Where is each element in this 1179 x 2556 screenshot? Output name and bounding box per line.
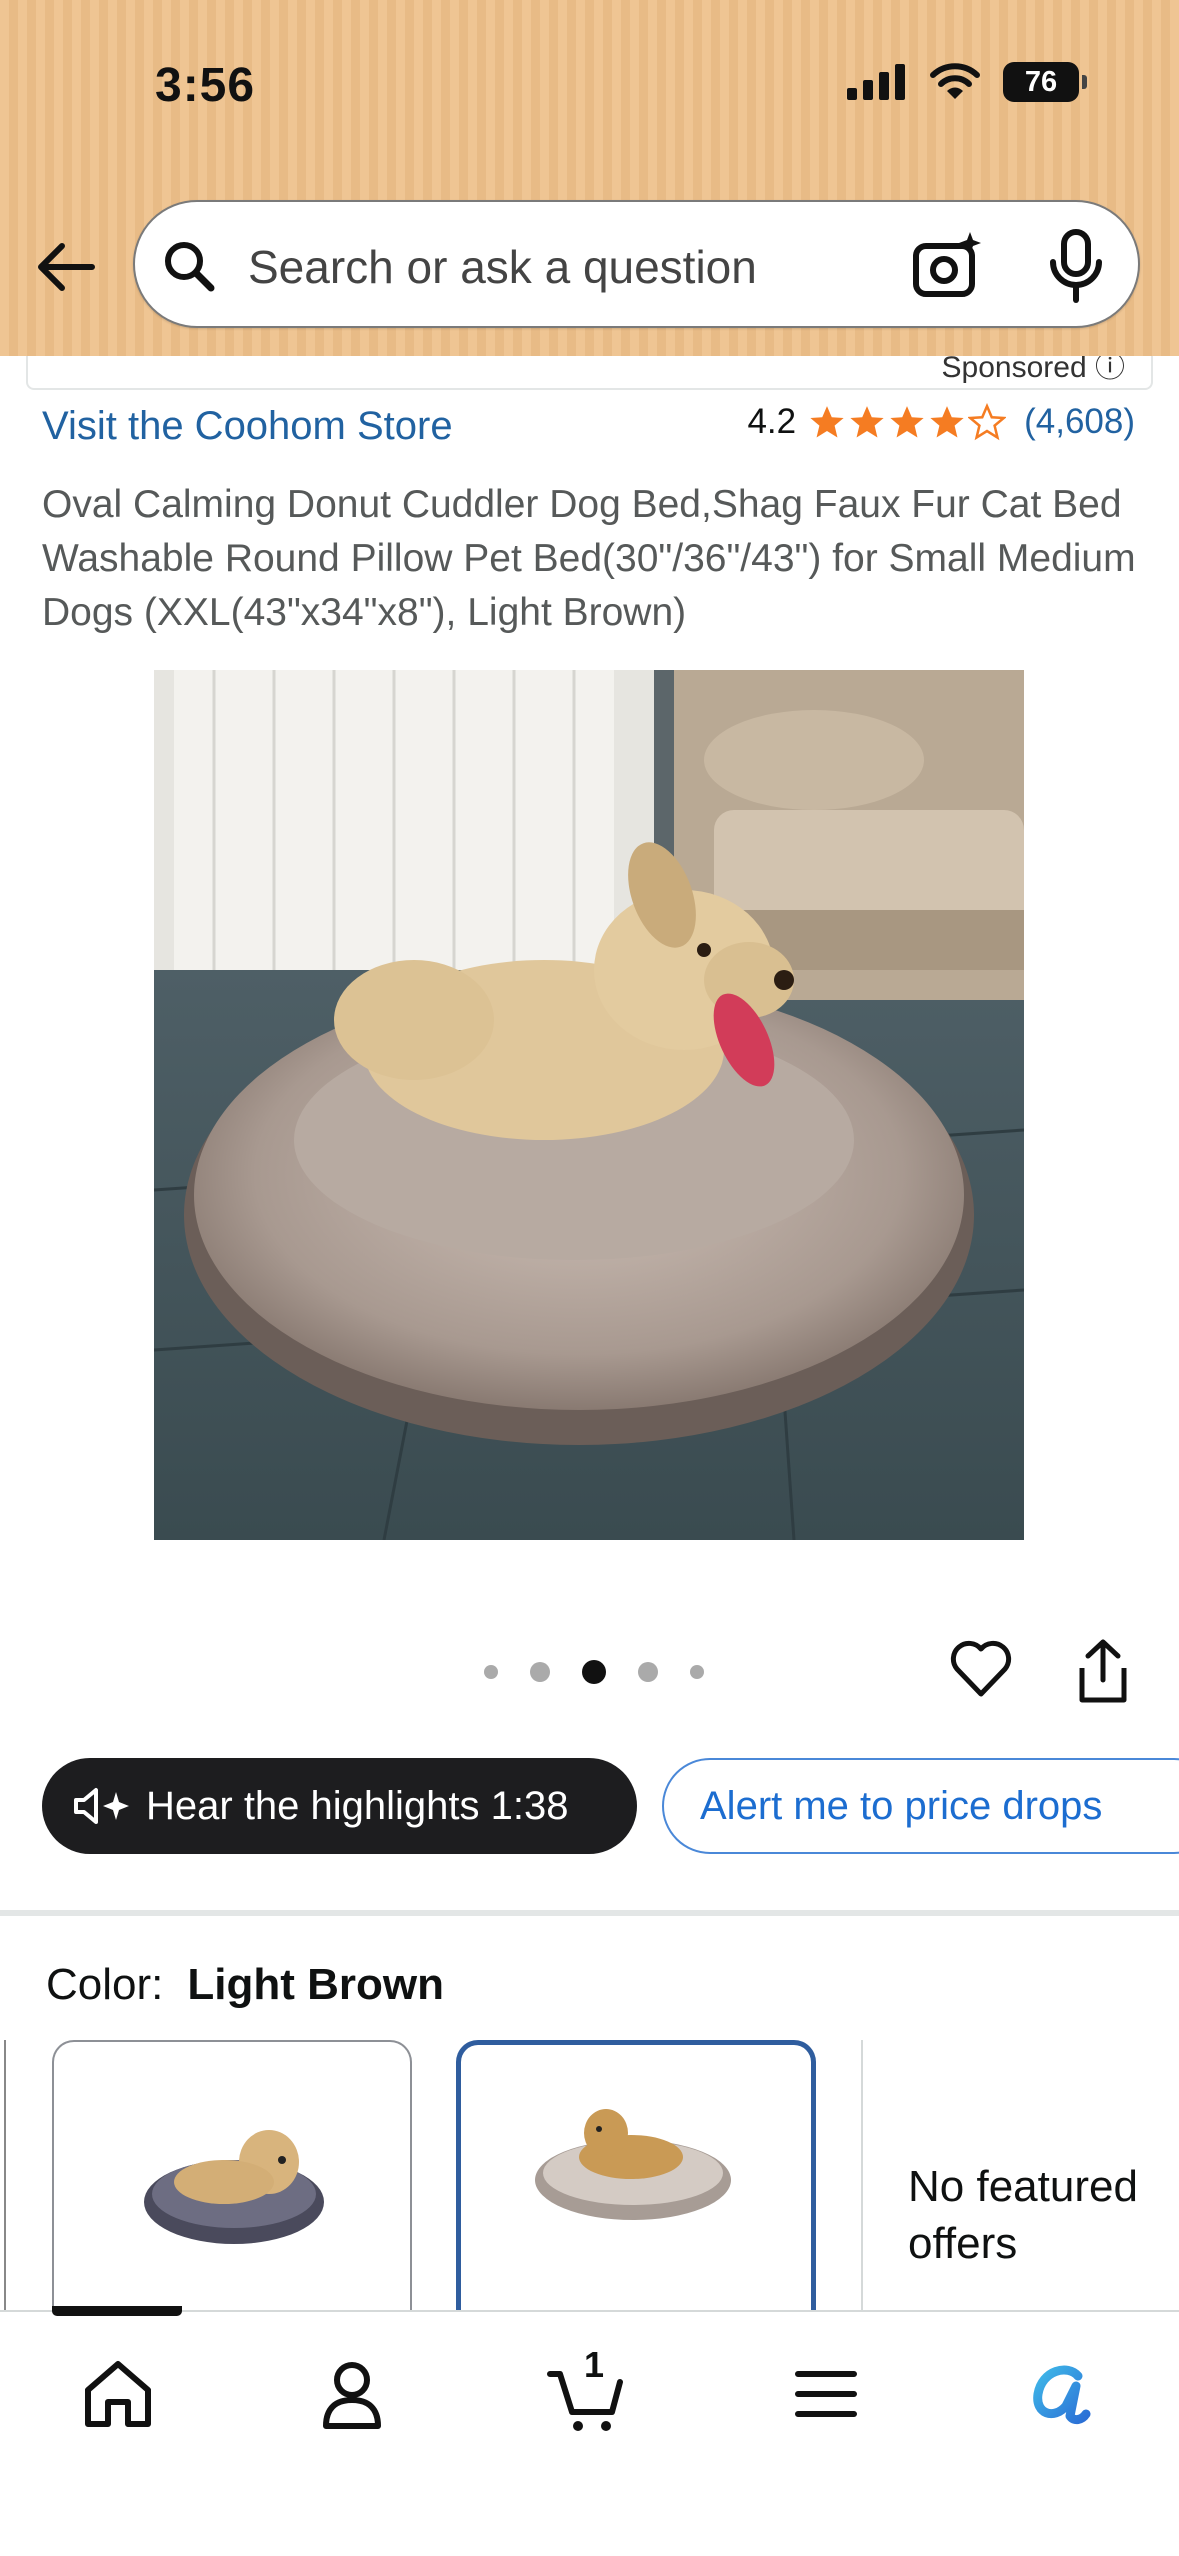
product-image[interactable] <box>154 670 1024 1540</box>
search-bar[interactable]: Search or ask a question <box>133 200 1140 328</box>
store-link[interactable]: Visit the Coohom Store <box>42 404 453 449</box>
pager-dot-active[interactable] <box>582 1660 606 1684</box>
heart-icon[interactable] <box>948 1636 1014 1702</box>
pager-dot[interactable] <box>690 1665 704 1679</box>
cart-icon[interactable]: 1 <box>546 2344 630 2436</box>
status-icons: 76 <box>847 62 1087 102</box>
battery-level: 76 <box>1024 65 1058 98</box>
star-full-icon <box>850 406 884 438</box>
product-title: Oval Calming Donut Cuddler Dog Bed,Shag … <box>42 483 1136 634</box>
color-swatch-grey[interactable] <box>52 2040 412 2330</box>
sponsored-label: Sponsored ⓘ <box>942 356 1125 386</box>
selected-color: Light Brown <box>187 1960 444 2009</box>
battery-icon: 76 <box>1003 62 1087 102</box>
cart-count: 1 <box>584 2344 605 2385</box>
status-time: 3:56 <box>155 59 256 112</box>
star-empty-icon <box>968 403 1007 441</box>
star-full-icon <box>930 406 964 438</box>
swatch-divider <box>861 2040 863 2320</box>
camera-icon[interactable] <box>910 228 986 304</box>
bottom-nav: 1 <box>0 2306 1179 2556</box>
price-alert-label: Alert me to price drops <box>700 1783 1103 1828</box>
no-featured-offers: No featured offers <box>908 2162 1138 2268</box>
home-icon[interactable] <box>76 2352 160 2436</box>
rating-row[interactable]: 4.2 (4,608) <box>747 402 1135 442</box>
hear-highlights-button[interactable]: Hear the highlights 1:38 <box>42 1758 637 1854</box>
nav-active-indicator <box>52 2306 182 2316</box>
rufus-ai-icon[interactable] <box>1020 2352 1104 2436</box>
menu-icon[interactable] <box>784 2352 868 2436</box>
info-icon: ⓘ <box>1095 356 1125 384</box>
wifi-icon <box>930 63 980 99</box>
image-pager[interactable] <box>484 1660 704 1684</box>
star-full-icon <box>810 406 844 438</box>
star-full-icon <box>890 406 924 438</box>
pager-dot[interactable] <box>638 1662 658 1682</box>
microphone-icon[interactable] <box>1043 228 1109 304</box>
color-swatch-light-brown[interactable] <box>456 2040 816 2330</box>
review-count[interactable]: (4,608) <box>1024 402 1135 442</box>
header: 3:56 76 Search or ask a question <box>0 0 1179 356</box>
star-rating <box>808 403 1007 441</box>
hear-highlights-label: Hear the highlights 1:38 <box>146 1783 569 1828</box>
speaker-sparkle-icon <box>74 1788 129 1824</box>
swatch-partial[interactable] <box>0 2040 6 2320</box>
sponsored-banner[interactable]: Sponsored ⓘ <box>26 356 1153 390</box>
pager-dot[interactable] <box>484 1665 498 1679</box>
signal-icon <box>847 64 905 100</box>
share-icon[interactable] <box>1070 1636 1136 1706</box>
section-divider <box>0 1910 1179 1916</box>
rating-value: 4.2 <box>747 402 797 441</box>
search-icon <box>165 242 215 292</box>
back-arrow-icon[interactable] <box>32 232 102 302</box>
search-input[interactable]: Search or ask a question <box>248 240 757 294</box>
account-icon[interactable] <box>310 2352 394 2436</box>
pager-dot[interactable] <box>530 1662 550 1682</box>
color-selector-label: Color: Light Brown <box>46 1960 444 2009</box>
price-alert-button[interactable]: Alert me to price drops <box>662 1758 1179 1854</box>
